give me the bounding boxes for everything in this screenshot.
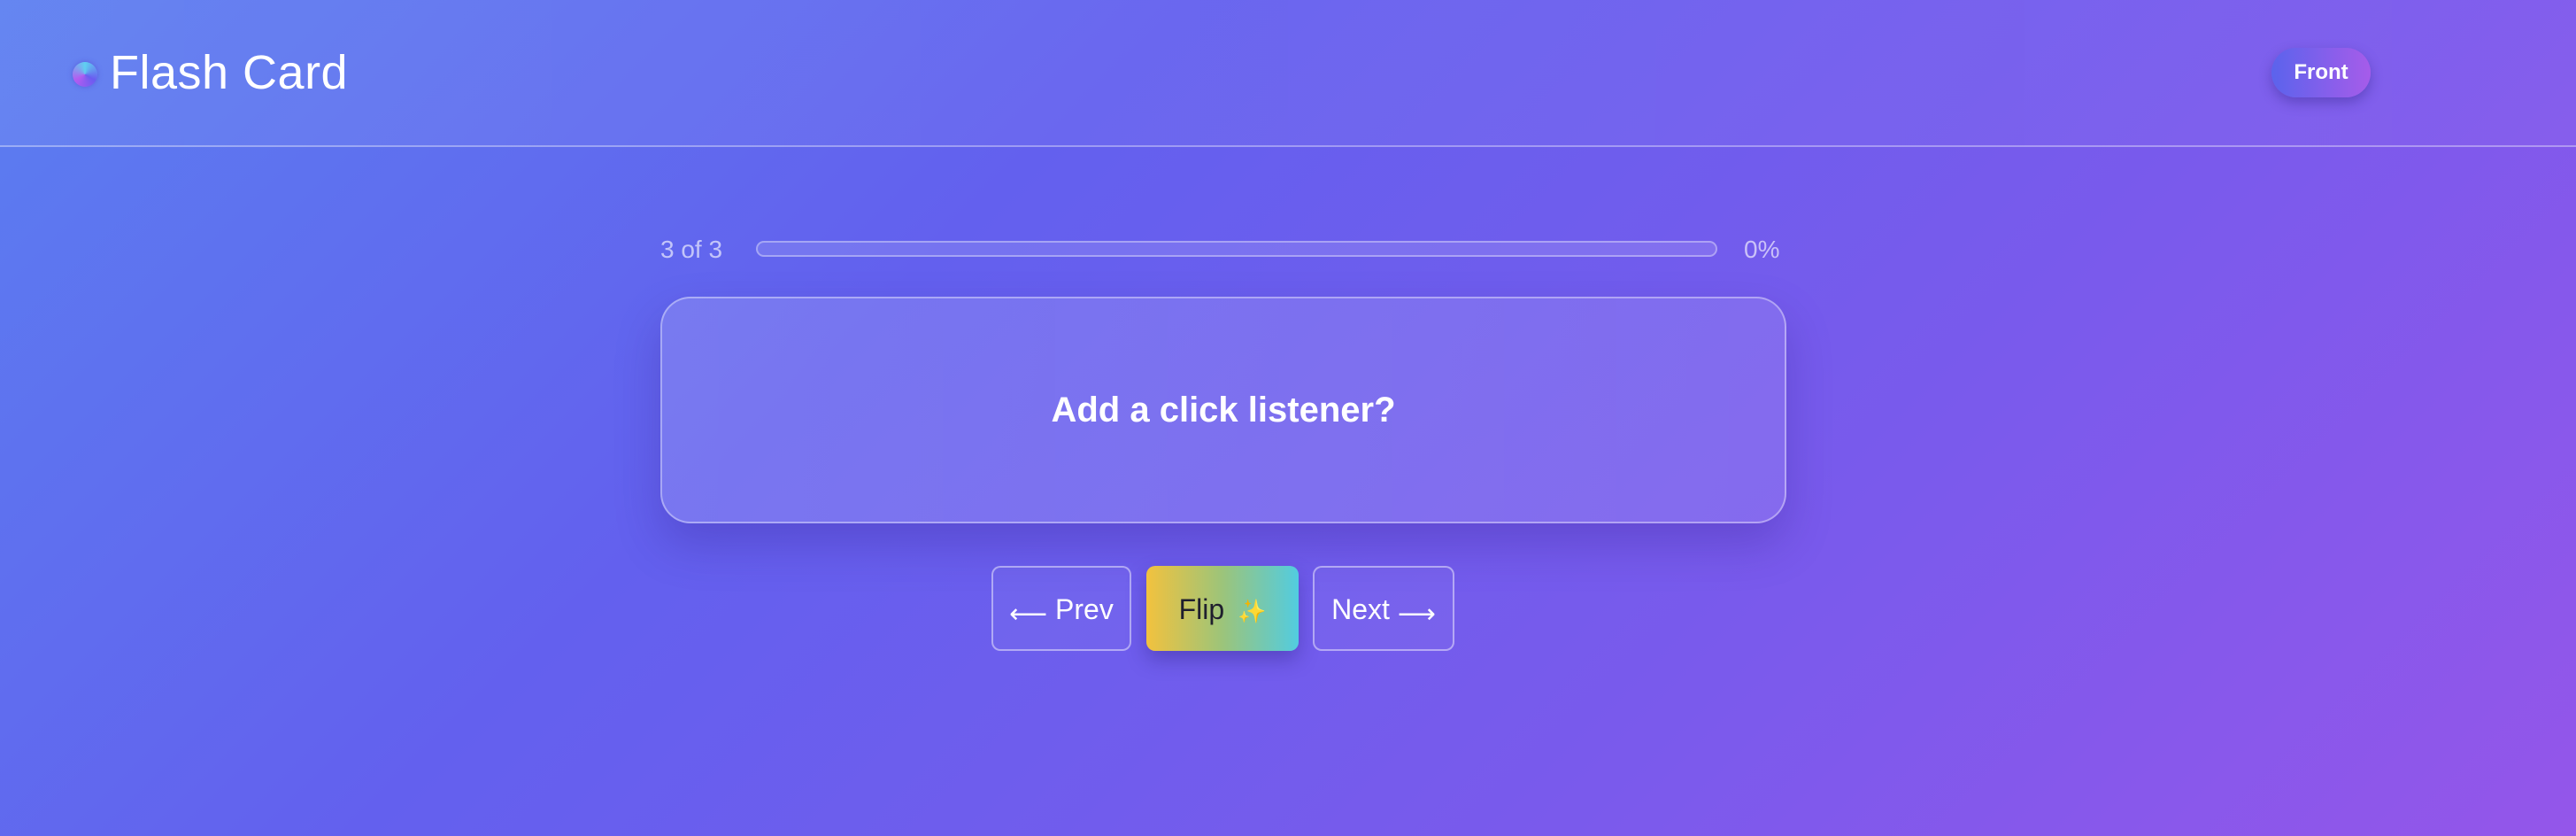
- flip-button[interactable]: Flip ✨: [1146, 566, 1299, 651]
- progress-count: 3 of 3: [660, 236, 723, 263]
- arrow-left-icon: ⟵: [1009, 600, 1048, 629]
- next-button[interactable]: Next ⟶: [1313, 566, 1454, 651]
- next-button-label: Next: [1331, 593, 1390, 625]
- flip-button-label: Flip: [1178, 593, 1225, 625]
- flash-card[interactable]: Add a click listener?: [660, 297, 1786, 523]
- prev-button-label: Prev: [1055, 593, 1114, 625]
- progress-percent: 0%: [1744, 236, 1780, 263]
- progress-bar: [756, 241, 1717, 257]
- flash-card-text: Add a click listener?: [1051, 390, 1396, 430]
- app-header: Flash Card Front: [0, 0, 2576, 147]
- arrow-right-icon: ⟶: [1397, 600, 1436, 629]
- app-title: Flash Card: [110, 46, 349, 99]
- logo-orb-icon: [73, 62, 97, 87]
- card-side-badge: Front: [2271, 48, 2371, 97]
- prev-button[interactable]: ⟵ Prev: [991, 566, 1131, 651]
- sparkles-icon: ✨: [1238, 598, 1267, 624]
